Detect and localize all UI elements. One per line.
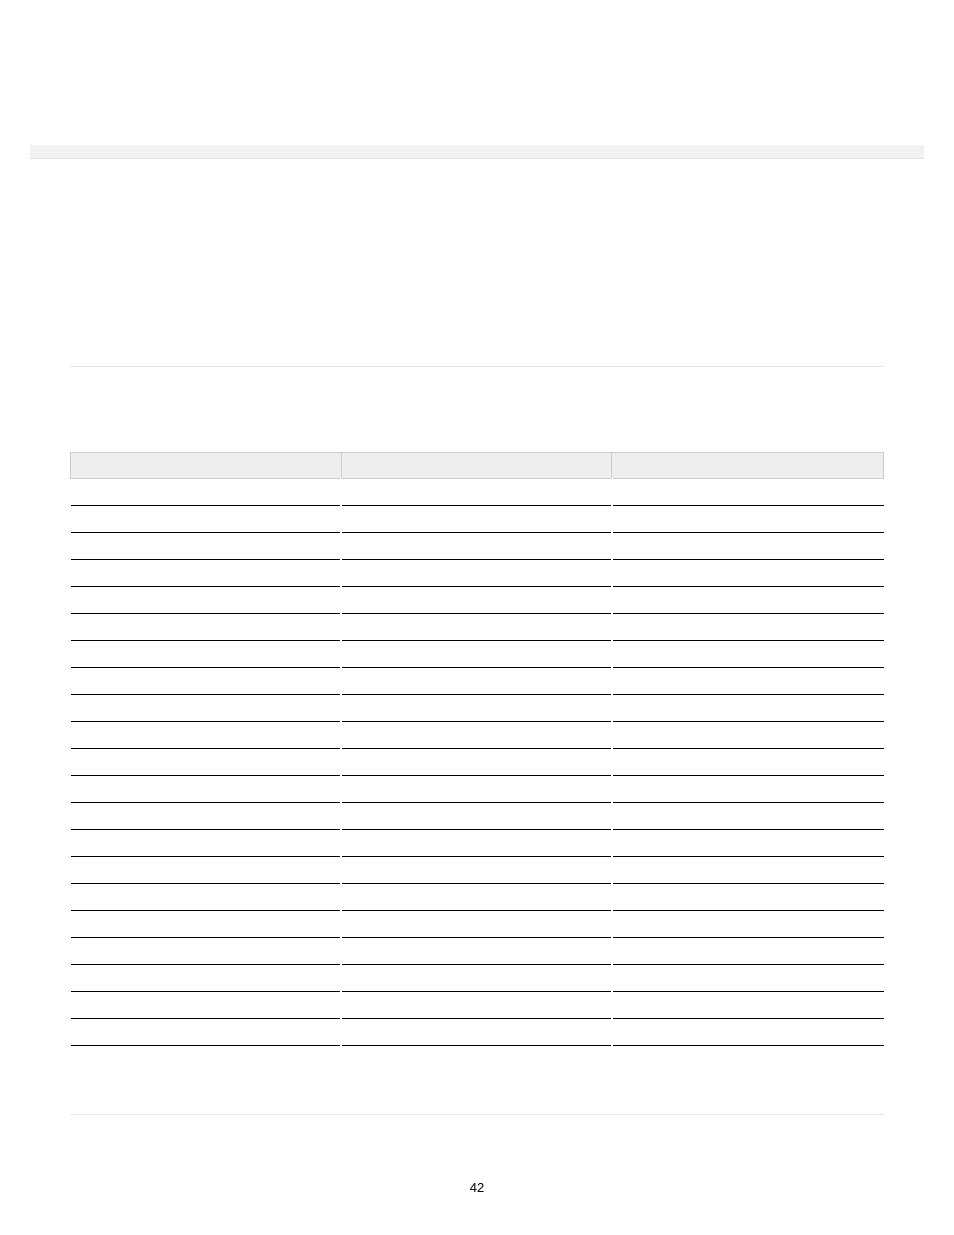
table-cell: [71, 965, 342, 992]
table-cell: [71, 722, 342, 749]
table-row: [71, 776, 884, 803]
table-cell: [71, 803, 342, 830]
table-cell: [341, 749, 612, 776]
table-cell: [71, 992, 342, 1019]
table-header-cell: [71, 453, 342, 479]
table-header-cell: [341, 453, 612, 479]
table-cell: [612, 479, 884, 506]
table-row: [71, 587, 884, 614]
table-cell: [71, 857, 342, 884]
table-cell: [341, 533, 612, 560]
table-cell: [71, 695, 342, 722]
table-cell: [71, 668, 342, 695]
table-cell: [341, 560, 612, 587]
table-cell: [71, 776, 342, 803]
page: 42: [0, 0, 954, 1235]
table-row: [71, 857, 884, 884]
page-number: 42: [0, 1180, 954, 1195]
table-row: [71, 506, 884, 533]
table-cell: [612, 587, 884, 614]
table-row: [71, 938, 884, 965]
table-cell: [341, 641, 612, 668]
table-row: [71, 884, 884, 911]
table-cell: [612, 695, 884, 722]
table-cell: [71, 560, 342, 587]
table-row: [71, 668, 884, 695]
table-cell: [612, 614, 884, 641]
table-row: [71, 911, 884, 938]
table-cell: [71, 830, 342, 857]
table-cell: [341, 695, 612, 722]
table-row: [71, 479, 884, 506]
table-cell: [71, 614, 342, 641]
table-cell: [612, 533, 884, 560]
table-cell: [612, 722, 884, 749]
table-cell: [341, 992, 612, 1019]
table-cell: [612, 992, 884, 1019]
table-header-cell: [612, 453, 884, 479]
table-cell: [612, 749, 884, 776]
table-row: [71, 695, 884, 722]
table-cell: [612, 641, 884, 668]
table-row: [71, 560, 884, 587]
table-header-row: [71, 453, 884, 479]
table-row: [71, 965, 884, 992]
blank-table: [70, 452, 884, 1046]
table-cell: [341, 668, 612, 695]
table-cell: [341, 803, 612, 830]
table-cell: [612, 830, 884, 857]
table-cell: [612, 1019, 884, 1046]
table-row: [71, 803, 884, 830]
header-bar: [30, 145, 924, 159]
table-cell: [612, 668, 884, 695]
table-cell: [612, 911, 884, 938]
table-row: [71, 830, 884, 857]
table-cell: [612, 965, 884, 992]
table-row: [71, 641, 884, 668]
table-row: [71, 722, 884, 749]
table-cell: [71, 506, 342, 533]
table-cell: [71, 479, 342, 506]
table-cell: [341, 506, 612, 533]
table-cell: [341, 857, 612, 884]
table-cell: [341, 830, 612, 857]
table-cell: [612, 560, 884, 587]
table-cell: [612, 884, 884, 911]
table-row: [71, 614, 884, 641]
table-cell: [71, 587, 342, 614]
table-row: [71, 749, 884, 776]
table-cell: [341, 911, 612, 938]
table-row: [71, 1019, 884, 1046]
table-cell: [71, 884, 342, 911]
table-cell: [71, 911, 342, 938]
table-cell: [612, 803, 884, 830]
table-cell: [71, 749, 342, 776]
table-cell: [71, 641, 342, 668]
table-cell: [341, 614, 612, 641]
table-cell: [71, 1019, 342, 1046]
table-cell: [612, 506, 884, 533]
table-cell: [612, 857, 884, 884]
table-cell: [341, 776, 612, 803]
table-row: [71, 992, 884, 1019]
table-cell: [71, 533, 342, 560]
divider-upper: [70, 366, 884, 367]
table-cell: [341, 479, 612, 506]
table-cell: [341, 965, 612, 992]
table-cell: [341, 938, 612, 965]
table-cell: [341, 587, 612, 614]
table-cell: [341, 722, 612, 749]
table-cell: [71, 938, 342, 965]
table-row: [71, 533, 884, 560]
divider-lower: [70, 1114, 884, 1115]
table-cell: [341, 1019, 612, 1046]
table-cell: [612, 776, 884, 803]
table-cell: [341, 884, 612, 911]
table-cell: [612, 938, 884, 965]
